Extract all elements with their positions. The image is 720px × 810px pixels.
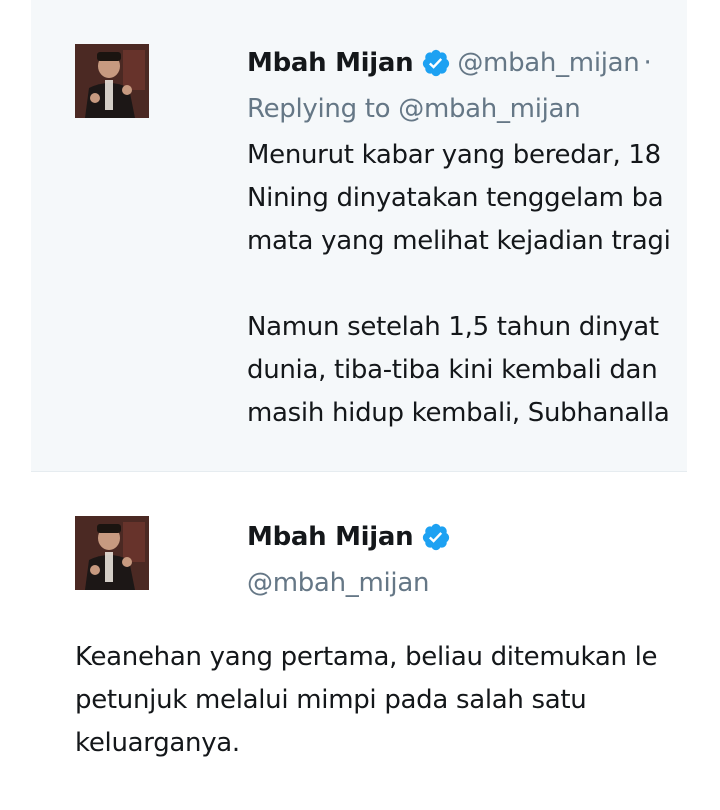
tweet-text-line: Namun setelah 1,5 tahun dinyat — [247, 312, 659, 342]
avatar[interactable] — [75, 516, 149, 590]
main-tweet[interactable]: Mbah Mijan @mbah_mijan Keanehan yang per… — [31, 472, 687, 810]
author-name[interactable]: Mbah Mijan — [247, 48, 414, 78]
tweet-text-line: masih hidup kembali, Subhanalla — [247, 398, 670, 428]
tweet-text-line: Menurut kabar yang beredar, 18 — [247, 140, 661, 170]
avatar-photo — [75, 44, 149, 118]
verified-badge-icon — [423, 523, 450, 551]
parent-tweet[interactable]: Mbah Mijan @mbah_mijan · Replying to @mb… — [31, 0, 687, 472]
tweet-text-line: keluarganya. — [75, 728, 240, 758]
tweet-text-line: Nining dinyatakan tenggelam ba — [247, 183, 664, 213]
tweet-text-line: Keanehan yang pertama, beliau ditemukan … — [75, 642, 658, 672]
avatar-photo — [75, 516, 149, 590]
author-row: Mbah Mijan — [247, 522, 451, 552]
tweet-text-line: dunia, tiba-tiba kini kembali dan — [247, 355, 658, 385]
tweet-text-line: mata yang melihat kejadian tragi — [247, 226, 671, 256]
replying-to[interactable]: Replying to @mbah_mijan — [247, 94, 581, 124]
author-handle[interactable]: @mbah_mijan — [457, 48, 639, 78]
separator-dot: · — [643, 48, 652, 78]
avatar[interactable] — [75, 44, 149, 118]
author-row: Mbah Mijan @mbah_mijan · — [247, 48, 652, 78]
author-handle[interactable]: @mbah_mijan — [247, 568, 429, 598]
verified-badge-icon — [423, 49, 450, 77]
author-name[interactable]: Mbah Mijan — [247, 522, 414, 552]
tweet-text-line: petunjuk melalui mimpi pada salah satu — [75, 685, 587, 715]
